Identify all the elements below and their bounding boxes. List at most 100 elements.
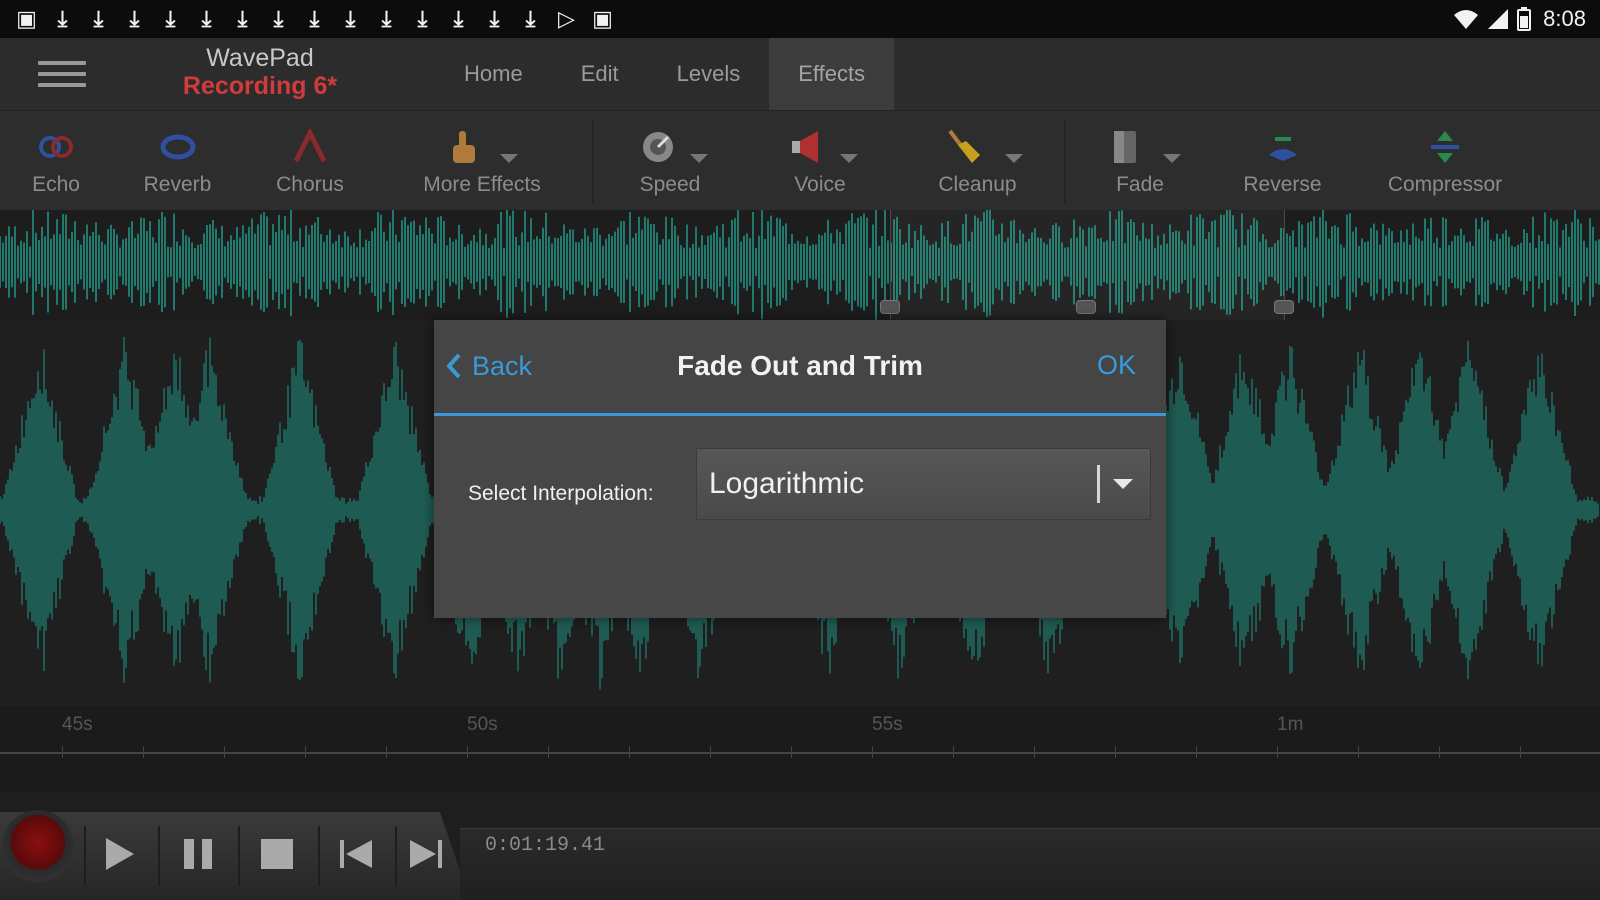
- pause-button[interactable]: [177, 832, 221, 876]
- compressor-button[interactable]: Compressor: [1370, 111, 1520, 211]
- wifi-icon: [1454, 10, 1479, 29]
- chevron-down-icon: [500, 154, 518, 163]
- timeline-tick: [1034, 746, 1035, 758]
- compressor-label: Compressor: [1387, 173, 1503, 196]
- overview-waveform: [0, 210, 1600, 320]
- chevron-down-icon: [1005, 154, 1023, 163]
- interpolation-value: Logarithmic: [709, 467, 865, 500]
- stop-button[interactable]: [255, 832, 299, 876]
- download-icon: ⤓: [489, 6, 500, 31]
- dropdown-divider: [1097, 465, 1100, 503]
- cleanup-label: Cleanup: [938, 173, 1017, 196]
- reverb-label: Reverb: [143, 173, 212, 196]
- selection-start-handle[interactable]: [880, 300, 900, 314]
- skip-to-end-button[interactable]: [404, 832, 448, 876]
- skip-end-icon: [410, 840, 442, 868]
- cleanup-button[interactable]: Cleanup: [920, 111, 1035, 211]
- selection-end-handle[interactable]: [1274, 300, 1294, 314]
- speed-button[interactable]: Speed: [620, 111, 720, 211]
- chevron-down-icon: [1113, 479, 1133, 489]
- status-right: 8:08: [1453, 6, 1586, 32]
- download-icon: ⤓: [309, 6, 320, 31]
- timeline-tick: [791, 746, 792, 758]
- tab-bar: Home Edit Levels Effects: [435, 38, 895, 110]
- transport-bar: 0:01:19.41: [0, 792, 1600, 900]
- download-icon: ⤓: [525, 6, 536, 31]
- download-icon: ⤓: [201, 6, 212, 31]
- signal-icon: [1488, 9, 1509, 29]
- reverb-button[interactable]: Reverb: [125, 111, 230, 211]
- toolbar-divider: [1064, 119, 1066, 203]
- timeline-tick: [629, 746, 630, 758]
- app-title: WavePad Recording 6*: [150, 44, 370, 100]
- echo-button[interactable]: Echo: [5, 111, 107, 211]
- voice-label: Voice: [794, 173, 846, 196]
- clock: 8:08: [1543, 6, 1586, 31]
- download-icon: ⤓: [237, 6, 248, 31]
- tab-home[interactable]: Home: [435, 38, 552, 110]
- download-icon: ⤓: [165, 6, 176, 31]
- download-icon: ⤓: [273, 6, 284, 31]
- download-icon: ⤓: [345, 6, 356, 31]
- back-button[interactable]: Back: [446, 344, 532, 388]
- timeline-tick: [386, 746, 387, 758]
- more-effects-label: More Effects: [423, 173, 541, 196]
- status-bar: ▣ ⤓ ⤓ ⤓ ⤓ ⤓ ⤓ ⤓ ⤓ ⤓ ⤓ ⤓ ⤓ ⤓ ⤓ ▷ ▣ 8:08: [0, 0, 1600, 38]
- more-effects-icon: [453, 131, 476, 163]
- reverse-button[interactable]: Reverse: [1225, 111, 1340, 211]
- notification-icons: ▣ ⤓ ⤓ ⤓ ⤓ ⤓ ⤓ ⤓ ⤓ ⤓ ⤓ ⤓ ⤓ ⤓ ⤓ ▷ ▣: [14, 8, 615, 30]
- selection-mid-handle[interactable]: [1076, 300, 1096, 314]
- tab-levels[interactable]: Levels: [648, 38, 770, 110]
- voice-button[interactable]: Voice: [770, 111, 870, 211]
- speed-icon: [643, 132, 673, 162]
- chevron-left-icon: [446, 353, 461, 379]
- timeline-tick: [710, 746, 711, 758]
- timeline-tick: [1358, 746, 1359, 758]
- timeline-label: 50s: [467, 714, 498, 735]
- timeline-label: 45s: [62, 714, 93, 735]
- reverse-label: Reverse: [1243, 173, 1322, 196]
- skip-to-start-button[interactable]: [334, 832, 378, 876]
- back-label: Back: [472, 350, 533, 381]
- transport-divider: [238, 826, 240, 886]
- timeline-tick: [953, 746, 954, 758]
- toolbar-divider: [592, 119, 594, 203]
- ok-button[interactable]: OK: [1097, 350, 1136, 381]
- transport-divider: [84, 826, 86, 886]
- more-effects-button[interactable]: More Effects: [412, 111, 552, 211]
- app-bar: WavePad Recording 6* Home Edit Levels Ef…: [0, 38, 1600, 110]
- timeline-tick: [872, 746, 873, 758]
- cleanup-icon: [948, 129, 980, 163]
- hamburger-menu-button[interactable]: [38, 50, 86, 98]
- fade-button[interactable]: Fade: [1080, 111, 1200, 211]
- download-icon: ⤓: [57, 6, 68, 31]
- download-icon: ⤓: [129, 6, 140, 31]
- chorus-icon: [293, 129, 327, 163]
- reverse-icon: [1268, 137, 1297, 161]
- play-store-icon: ▷: [558, 6, 575, 31]
- app-name: WavePad: [206, 44, 314, 72]
- pause-icon: [184, 839, 212, 869]
- waveform-overview[interactable]: [0, 210, 1600, 320]
- chorus-button[interactable]: Chorus: [255, 111, 365, 211]
- stop-icon: [261, 839, 293, 869]
- interpolation-dropdown[interactable]: Logarithmic: [696, 448, 1151, 520]
- timeline-tick: [305, 746, 306, 758]
- timeline-tick: [1439, 746, 1440, 758]
- record-button[interactable]: [2, 810, 74, 882]
- tab-effects[interactable]: Effects: [769, 38, 895, 110]
- timeline-tick: [62, 746, 63, 758]
- timeline-tick: [548, 746, 549, 758]
- timeline-tick: [467, 746, 468, 758]
- play-button[interactable]: [97, 832, 141, 876]
- menu-line: [38, 83, 86, 87]
- timeline-ruler[interactable]: 45s 50s 55s 1m: [0, 706, 1600, 792]
- battery-icon: [1517, 7, 1532, 31]
- speed-label: Speed: [639, 173, 701, 196]
- play-icon: [106, 838, 134, 870]
- file-name: Recording 6*: [182, 72, 338, 100]
- chevron-down-icon: [690, 154, 708, 163]
- transport-divider: [158, 826, 160, 886]
- menu-line: [38, 61, 86, 65]
- tab-edit[interactable]: Edit: [552, 38, 648, 110]
